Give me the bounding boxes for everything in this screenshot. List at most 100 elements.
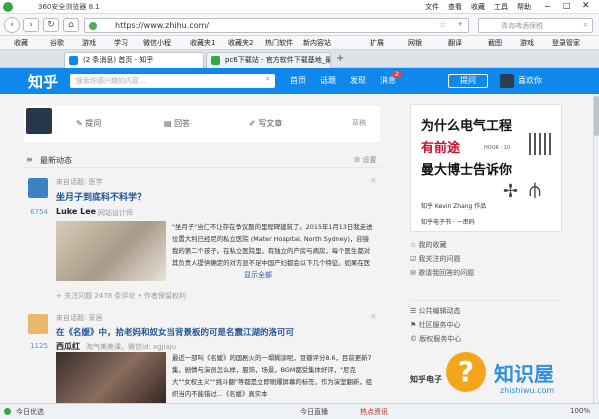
bookmark-0[interactable]: 谷歌 [50,38,64,48]
author-name[interactable]: 西瓜红 [56,341,80,352]
zoom-level[interactable]: 100% [570,407,590,415]
sidebar-link-following[interactable]: ☑ 我关注的问题 [410,254,562,268]
search-box[interactable]: 青岛啤酒保税 ⌕ [478,18,593,33]
sidebar-link-invited[interactable]: ✉ 邀请我回答的问题 [410,268,562,282]
back-icon[interactable]: ‹ [4,17,20,33]
watermark-question-icon: ? [446,352,486,392]
ext-screenshot[interactable]: 截图 [488,38,502,48]
bookmark-3[interactable]: 微信小程 [143,38,171,48]
item-source[interactable]: 来自话题: 家居 [56,313,103,323]
answer-thumbnail[interactable] [56,352,166,403]
avatar[interactable] [500,74,514,88]
menu-tools[interactable]: 工具 [494,2,508,12]
feed-title: 最新动态 [40,156,72,165]
drafts-link[interactable]: 草稿 [352,118,366,128]
browser-logo-icon [3,2,13,12]
item-actions[interactable]: + 关注问题 2478 条评论 • 作者保留权利 [56,291,186,301]
forward-icon[interactable]: › [23,18,39,32]
menu-help[interactable]: 帮助 [517,2,531,12]
sidebar-link-community[interactable]: ⚑ 社区服务中心 [410,320,562,334]
ext-translate[interactable]: 翻译 [448,38,462,48]
search-icon[interactable]: ⌕ [584,20,588,30]
menu-file[interactable]: 文件 [425,2,439,12]
username[interactable]: 喜欢你 [518,75,542,86]
tab-zhihu[interactable]: (2 条消息) 首页 - 知乎 [64,52,204,68]
url-field[interactable]: https://www.zhihu.com/ ☆ ▾ [84,18,469,33]
bookmark-2[interactable]: 学习 [114,38,128,48]
ext-netbank[interactable]: 网银 [408,38,422,48]
tab-pc6[interactable]: pc6下载站 - 官方软件下载基地_最安 [206,52,331,68]
vote-count[interactable]: 1125 [28,341,50,352]
dropdown-chevron-icon[interactable]: ▾ [458,20,462,28]
ext-extensions[interactable]: 扩展 [370,38,384,48]
compose-answer[interactable]: ▤ 回答 [164,118,190,129]
bookmark-4[interactable]: 收藏夹1 [190,38,215,48]
sidebar-link-public-edit-label: 公共编辑动态 [418,307,461,315]
scrollbar-thumb[interactable] [594,96,599,136]
nav-explore[interactable]: 发现 [350,75,366,86]
sidebar-ebook-label[interactable]: 知乎电子 [410,374,442,385]
ad-footer: 知乎电子书 · 一串码 [421,219,475,226]
bookmark-6[interactable]: 热门软件 [265,38,293,48]
maximize-icon[interactable]: □ [563,1,571,10]
status-live[interactable]: 今日直播 [300,407,328,417]
close-icon[interactable]: ✕ [582,1,590,11]
show-more-link[interactable]: 显示全部 [244,270,272,280]
topic-icon-medical [28,178,48,198]
sidebar-link-public-edit[interactable]: ☰ 公共编辑动态 [410,306,562,320]
zhihu-search[interactable]: 搜索你感兴趣的内容... ⌕ [70,74,275,88]
answer-thumbnail[interactable] [56,221,166,281]
search-input[interactable]: 青岛啤酒保税 [501,21,543,31]
address-toolbar: ‹ › ↻ ⌂ https://www.zhihu.com/ ☆ ▾ 青岛啤酒保… [0,14,599,36]
ad-line-2: 有前途 [421,141,461,156]
nav-home[interactable]: 首页 [290,75,306,86]
zhihu-search-input[interactable]: 搜索你感兴趣的内容... [76,76,146,86]
dismiss-icon[interactable]: × [370,176,377,185]
sidebar-link-community-label: 社区服务中心 [418,321,461,329]
browser-title: 360安全浏览器 8.1 [38,3,100,11]
nav-topics[interactable]: 话题 [320,75,336,86]
scrollbar[interactable] [593,94,599,403]
ext-games[interactable]: 游戏 [520,38,534,48]
home-icon[interactable]: ⌂ [63,18,79,32]
item-title[interactable]: 坐月子到底科不科学？ [56,190,146,203]
dismiss-icon[interactable]: × [370,312,377,321]
watermark-brand: 知识屋 [494,362,554,386]
sidebar-link-collections[interactable]: ☆ 我的收藏 [410,240,562,254]
bookmark-5[interactable]: 收藏夹2 [228,38,253,48]
new-tab-icon[interactable]: + [336,53,344,64]
bookmark-star-icon[interactable]: ☆ [439,20,446,29]
sidebar-link-copyright[interactable]: © 版权服务中心 [410,334,562,348]
menu-favorites[interactable]: 收藏 [471,2,485,12]
vote-count[interactable]: 6754 [28,207,50,218]
sidebar-links-2: ☰ 公共编辑动态 ⚑ 社区服务中心 © 版权服务中心 [410,306,562,348]
zhihu-logo[interactable]: 知乎 [28,71,58,92]
status-news[interactable]: 热点资讯 [360,407,388,417]
answer-excerpt: 最近一部叫《名媛》的国剧火的一塌糊涂呢，豆瓣评分8.6，目前更新7集，剧情与演员… [172,354,373,398]
status-bar: 今日优选 今日直播 热点资讯 100% [0,403,599,419]
author-name[interactable]: Luke Lee [56,207,96,216]
item-source[interactable]: 来自话题: 医学 [56,177,103,187]
url-text: https://www.zhihu.com/ [115,21,210,30]
pc6-favicon-icon [211,56,220,65]
bookmark-1[interactable]: 游戏 [82,38,96,48]
favorites-button[interactable]: 收藏 [14,38,28,48]
feed-settings[interactable]: ⚙ 设置 [354,155,377,165]
ad-author: 知乎 Kevin Zhang 作品 [421,203,487,210]
menu-view[interactable]: 查看 [448,2,462,12]
bookmark-7[interactable]: 新内容站 [303,38,331,48]
status-left[interactable]: 今日优选 [16,407,44,417]
sidebar-divider [410,300,562,301]
pylon-icon: ⫛ [529,177,541,201]
compose-write[interactable]: ✐ 写文章 [249,118,282,129]
ask-button[interactable]: 提问 [448,74,488,88]
ext-login-manager[interactable]: 登录管家 [552,38,580,48]
favorites-bar: 收藏 谷歌 游戏 学习 微信小程 收藏夹1 收藏夹2 热门软件 新内容站 扩展 … [0,36,599,50]
item-title[interactable]: 在《名媛》中，拾老妈和奴女当背景板的可是名震江湖的洛可可 [56,326,376,338]
sidebar-link-following-label: 我关注的问题 [418,255,461,263]
zhihu-search-icon[interactable]: ⌕ [266,74,270,84]
compose-ask[interactable]: ✎ 提问 [76,118,101,129]
ad-banner[interactable]: 为什么电气工程 有前途 HOUR : 10 曼大博士告诉你 ✢ ⫛ 知乎 Kev… [410,104,562,232]
refresh-icon[interactable]: ↻ [43,18,59,32]
minimize-icon[interactable]: ─ [545,2,550,11]
